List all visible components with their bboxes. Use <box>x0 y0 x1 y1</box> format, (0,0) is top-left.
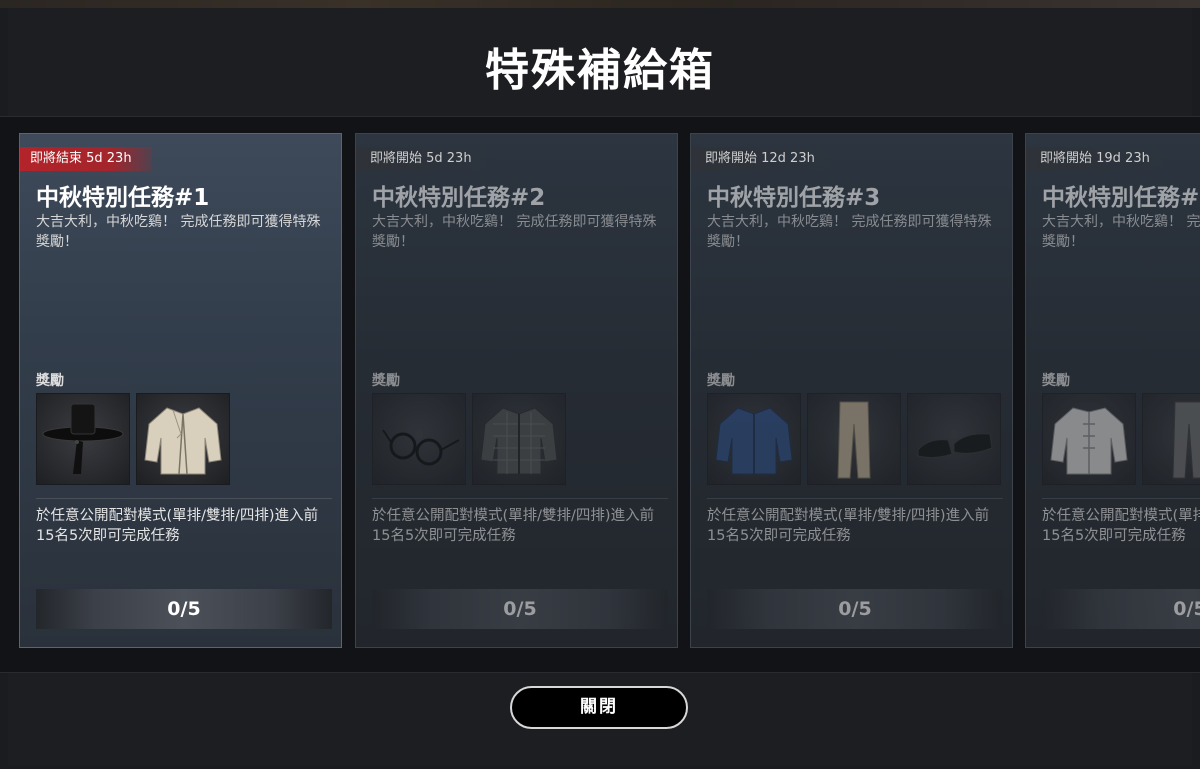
reward-item-round-glasses[interactable] <box>372 393 466 485</box>
reward-item-plaid-jacket[interactable] <box>472 393 566 485</box>
status-badge: 即將開始 19d 23h <box>1026 147 1170 171</box>
mission-description: 大吉大利，中秋吃鷄！ 完成任務即可獲得特殊 獎勵！ <box>36 214 321 250</box>
reward-item-grey-pants[interactable] <box>1142 393 1200 485</box>
divider <box>372 498 668 499</box>
mission-title: 中秋特別任務#2 <box>372 185 546 211</box>
mission-title: 中秋特別任務#4 <box>1042 185 1200 211</box>
mission-progress: 0/5 <box>1042 589 1200 629</box>
mission-task: 於任意公開配對模式(單排/雙排/四排)進入前15名5次即可完成任務 <box>372 508 655 544</box>
rewards-label: 獎勵 <box>372 373 400 389</box>
mission-task: 於任意公開配對模式(單排/雙排/四排)進入前15名5次即可完成任務 <box>1042 508 1200 544</box>
pants-icon <box>837 401 871 479</box>
mission-description: 大吉大利，中秋吃鷄！ 完成任務即可獲得特殊 獎勵！ <box>372 214 657 250</box>
close-button[interactable]: 關閉 <box>510 686 688 729</box>
mission-card-2[interactable]: 即將開始 5d 23h 中秋特別任務#2 大吉大利，中秋吃鷄！ 完成任務即可獲得… <box>355 133 678 648</box>
mission-description: 大吉大利，中秋吃鷄！ 完成任務即可獲得特殊 獎勵！ <box>707 214 992 250</box>
status-badge: 即將開始 12d 23h <box>691 147 835 171</box>
reward-item-white-jacket[interactable] <box>136 393 230 485</box>
divider <box>1042 498 1200 499</box>
divider <box>36 498 332 499</box>
shoes-icon <box>917 433 993 459</box>
jacket-icon <box>144 407 222 475</box>
mission-title: 中秋特別任務#3 <box>707 185 881 211</box>
rewards-label: 獎勵 <box>1042 373 1070 389</box>
rewards-label: 獎勵 <box>36 373 64 389</box>
mission-card-1[interactable]: 即將結束 5d 23h 中秋特別任務#1 大吉大利，中秋吃鷄！ 完成任務即可獲得… <box>19 133 342 648</box>
rewards-label: 獎勵 <box>707 373 735 389</box>
mission-title: 中秋特別任務#1 <box>36 185 210 211</box>
background-strip <box>0 0 1200 8</box>
divider <box>707 498 1003 499</box>
shirt-icon <box>715 407 793 475</box>
pants-icon <box>1172 401 1200 479</box>
shirt-icon <box>1050 407 1128 475</box>
mission-progress: 0/5 <box>707 589 1003 629</box>
mission-task: 於任意公開配對模式(單排/雙排/四排)進入前15名5次即可完成任務 <box>36 508 319 544</box>
mission-progress: 0/5 <box>372 589 668 629</box>
status-badge: 即將結束 5d 23h <box>20 147 152 171</box>
mission-task: 於任意公開配對模式(單排/雙排/四排)進入前15名5次即可完成任務 <box>707 508 990 544</box>
reward-item-khaki-pants[interactable] <box>807 393 901 485</box>
status-badge: 即將開始 5d 23h <box>356 147 492 171</box>
glasses-icon <box>382 429 460 466</box>
reward-item-blue-shirt[interactable] <box>707 393 801 485</box>
reward-item-gat-hat[interactable] <box>36 393 130 485</box>
reward-item-black-shoes[interactable] <box>907 393 1001 485</box>
jacket-icon <box>480 407 558 475</box>
mission-card-4[interactable]: 即將開始 19d 23h 中秋特別任務#4 大吉大利，中秋吃鷄！ 完成任務即可獲… <box>1025 133 1200 648</box>
mission-card-3[interactable]: 即將開始 12d 23h 中秋特別任務#3 大吉大利，中秋吃鷄！ 完成任務即可獲… <box>690 133 1013 648</box>
mission-progress: 0/5 <box>36 589 332 629</box>
gat-hat-icon <box>42 403 124 474</box>
reward-item-white-tang-shirt[interactable] <box>1042 393 1136 485</box>
dialog-title: 特殊補給箱 <box>485 45 715 96</box>
mission-description: 大吉大利，中秋吃鷄！ 完成任務即可獲得特殊 獎勵！ <box>1042 214 1200 250</box>
